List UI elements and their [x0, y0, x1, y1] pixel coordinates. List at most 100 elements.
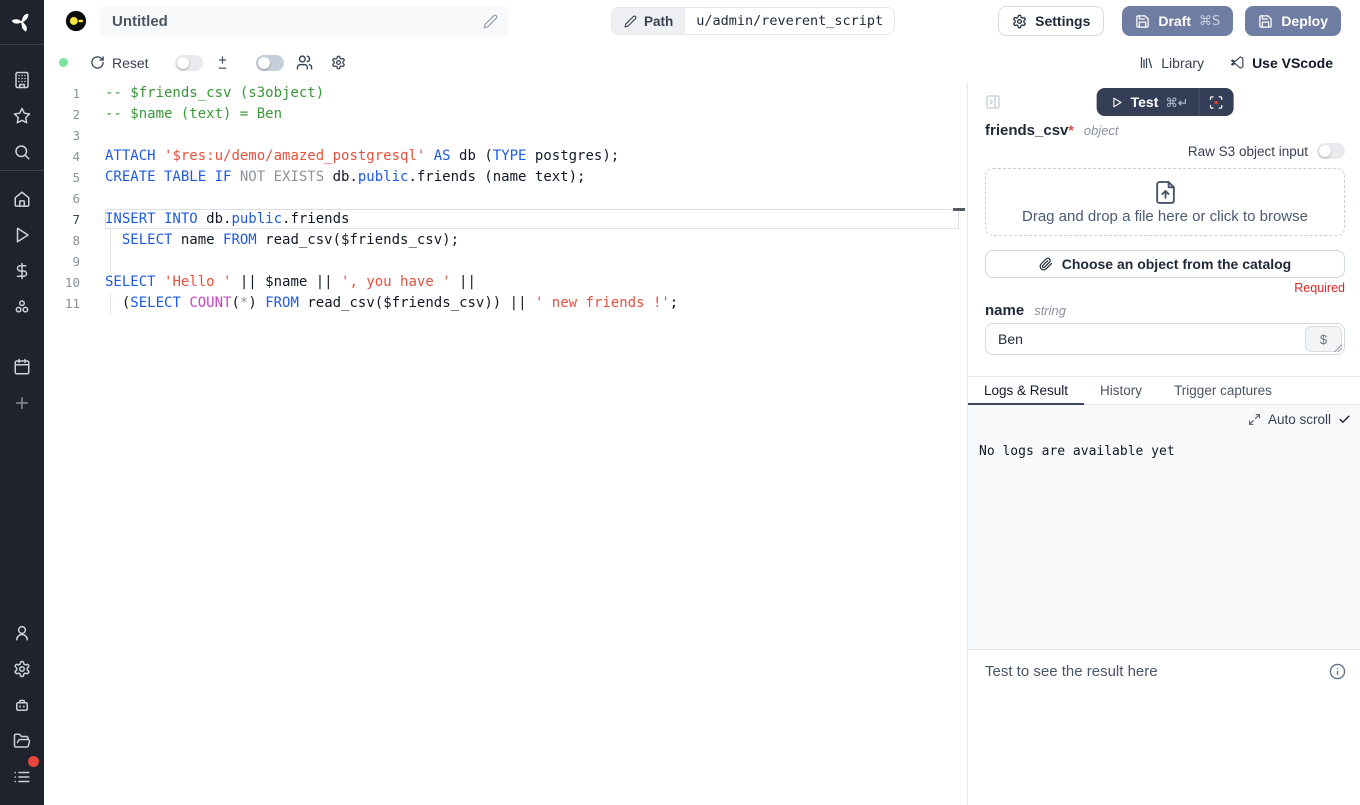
catalog-button-label: Choose an object from the catalog: [1062, 256, 1291, 272]
code-text: INSERT INTO db.public.friends: [105, 209, 967, 230]
sidebar-play-icon[interactable]: [0, 217, 44, 253]
line-number: 6: [44, 188, 105, 209]
line-number: 8: [44, 230, 105, 251]
resize-grip[interactable]: [1333, 343, 1342, 352]
sidebar-divider: [0, 170, 44, 171]
code-text: SELECT name FROM read_csv($friends_csv);: [105, 230, 967, 251]
notification-dot: [28, 756, 39, 767]
sidebar-settings-icon[interactable]: [0, 651, 44, 687]
status-dot: [59, 58, 68, 67]
draft-shortcut: ⌘S: [1199, 14, 1220, 29]
vscode-icon: [1230, 55, 1245, 70]
library-button[interactable]: Library: [1139, 55, 1204, 71]
diff-mode-toggle[interactable]: [175, 55, 203, 71]
top-bar: Path u/admin/reverent_script Settings Dr…: [44, 0, 1360, 42]
script-title-field[interactable]: [100, 6, 508, 36]
code-text: CREATE TABLE IF NOT EXISTS db.public.fri…: [105, 167, 967, 188]
path-button[interactable]: Path u/admin/reverent_script: [611, 7, 895, 35]
code-text: -- $friends_csv (s3object): [105, 83, 967, 104]
save-icon: [1135, 14, 1150, 29]
collapse-panel-icon[interactable]: [985, 94, 1001, 110]
field-name-label: name: [985, 302, 1024, 319]
expand-logs-icon[interactable]: [1248, 413, 1261, 426]
path-label: Path: [644, 14, 673, 29]
code-line-4[interactable]: 4ATTACH '$res:u/demo/amazed_postgresql' …: [44, 146, 967, 167]
code-line-1[interactable]: 1-- $friends_csv (s3object): [44, 83, 967, 104]
code-line-6[interactable]: 6: [44, 188, 967, 209]
check-icon[interactable]: [1338, 413, 1351, 426]
code-line-9[interactable]: 9: [44, 251, 967, 272]
test-button[interactable]: Test ⌘↵: [1097, 88, 1234, 116]
sidebar-calendar-icon[interactable]: [0, 349, 44, 385]
deploy-button[interactable]: Deploy: [1245, 6, 1341, 36]
field-friends-csv-label: friends_csv: [985, 122, 1068, 139]
deploy-label: Deploy: [1281, 13, 1328, 29]
code-line-7[interactable]: 7INSERT INTO db.public.friends: [44, 209, 967, 230]
choose-object-catalog-button[interactable]: Choose an object from the catalog: [985, 250, 1345, 278]
path-label-segment[interactable]: Path: [612, 8, 685, 34]
line-number: 9: [44, 251, 105, 272]
reset-label: Reset: [112, 55, 149, 71]
tab-history[interactable]: History: [1084, 377, 1158, 405]
capture-input-icon[interactable]: [1199, 88, 1233, 116]
sidebar-folder-open-icon[interactable]: [0, 723, 44, 759]
code-editor[interactable]: 1-- $friends_csv (s3object)2-- $name (te…: [44, 83, 967, 805]
code-line-11[interactable]: 11 (SELECT COUNT(*) FROM read_csv($frien…: [44, 293, 967, 314]
editor-settings-gear-icon[interactable]: [331, 55, 346, 70]
sidebar-robot-icon[interactable]: [0, 687, 44, 723]
line-number: 11: [44, 293, 105, 314]
field-friends-csv-type: object: [1084, 123, 1119, 138]
file-upload-icon: [1153, 180, 1178, 205]
code-text: (SELECT COUNT(*) FROM read_csv($friends_…: [105, 293, 967, 314]
raw-s3-toggle[interactable]: [1317, 143, 1345, 159]
library-icon: [1139, 55, 1154, 70]
draft-label: Draft: [1158, 13, 1191, 29]
code-line-10[interactable]: 10SELECT 'Hello ' || $name || ', you hav…: [44, 272, 967, 293]
code-line-2[interactable]: 2-- $name (text) = Ben: [44, 104, 967, 125]
tab-logs-result[interactable]: Logs & Result: [968, 377, 1084, 405]
sidebar-resources-icon[interactable]: [0, 289, 44, 325]
sidebar-building-icon[interactable]: [0, 62, 44, 98]
code-text: [105, 251, 967, 272]
library-label: Library: [1161, 55, 1204, 71]
script-title-input[interactable]: [112, 13, 483, 30]
path-value[interactable]: u/admin/reverent_script: [685, 8, 894, 34]
result-placeholder: Test to see the result here: [985, 663, 1158, 680]
raw-s3-toggle-label: Raw S3 object input: [1188, 144, 1308, 159]
pencil-icon: [624, 15, 637, 28]
multiplayer-toggle[interactable]: [256, 55, 284, 71]
line-number: 4: [44, 146, 105, 167]
sidebar-star-icon[interactable]: [0, 98, 44, 134]
sidebar-search-icon[interactable]: [0, 134, 44, 170]
line-number: 5: [44, 167, 105, 188]
sidebar-list-icon[interactable]: [0, 759, 44, 795]
diff-icon[interactable]: [215, 55, 230, 70]
name-field-input[interactable]: [986, 324, 1344, 354]
sidebar-home-icon[interactable]: [0, 181, 44, 217]
duckdb-language-icon: [65, 10, 87, 32]
draft-button[interactable]: Draft ⌘S: [1122, 6, 1233, 36]
edit-title-pencil-icon[interactable]: [483, 14, 498, 29]
windmill-logo-icon[interactable]: [0, 0, 44, 44]
sidebar-dollar-icon[interactable]: [0, 253, 44, 289]
code-text: [105, 188, 967, 209]
reset-button[interactable]: Reset: [90, 55, 149, 71]
sidebar-plus-icon[interactable]: [0, 385, 44, 421]
sidebar-divider: [0, 44, 44, 45]
users-icon[interactable]: [296, 54, 313, 71]
settings-button[interactable]: Settings: [998, 6, 1104, 36]
line-number: 7: [44, 209, 105, 230]
tab-trigger-captures[interactable]: Trigger captures: [1158, 377, 1288, 405]
info-icon[interactable]: [1329, 663, 1346, 680]
file-dropzone[interactable]: Drag and drop a file here or click to br…: [985, 168, 1345, 236]
code-line-5[interactable]: 5CREATE TABLE IF NOT EXISTS db.public.fr…: [44, 167, 967, 188]
sidebar-user-icon[interactable]: [0, 615, 44, 651]
code-line-8[interactable]: 8 SELECT name FROM read_csv($friends_csv…: [44, 230, 967, 251]
code-line-3[interactable]: 3: [44, 125, 967, 146]
line-number: 10: [44, 272, 105, 293]
code-text: -- $name (text) = Ben: [105, 104, 967, 125]
code-text: ATTACH '$res:u/demo/amazed_postgresql' A…: [105, 146, 967, 167]
use-vscode-button[interactable]: Use VScode: [1230, 55, 1333, 71]
auto-scroll-label[interactable]: Auto scroll: [1268, 412, 1331, 427]
logs-panel: Auto scroll No logs are available yet: [968, 405, 1360, 650]
